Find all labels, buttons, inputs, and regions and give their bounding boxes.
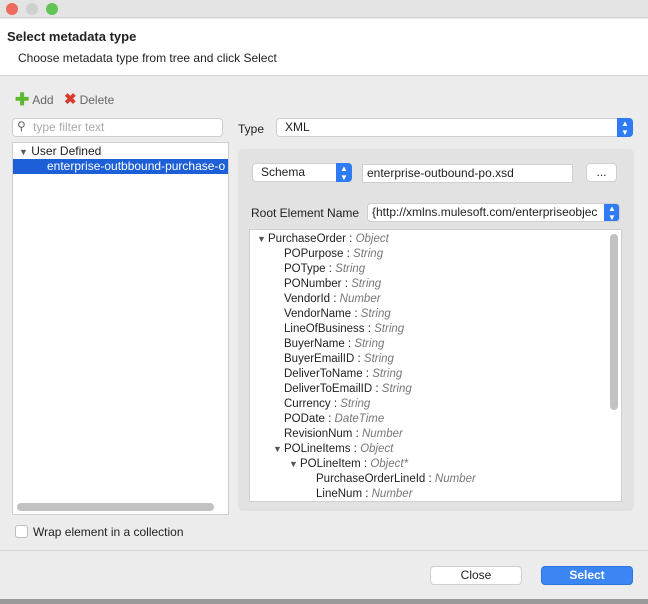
node-type: String: [354, 338, 385, 350]
dialog-header: Select metadata type Choose metadata typ…: [0, 19, 648, 76]
node-name: POPurpose: [284, 248, 344, 260]
node-type: Object: [360, 443, 394, 455]
close-button[interactable]: Close: [430, 566, 522, 585]
wrap-collection-checkbox[interactable]: [15, 525, 28, 538]
schema-tree-row[interactable]: LineNum : Number: [316, 487, 413, 501]
schema-tree-row[interactable]: POType : String: [284, 262, 365, 277]
metadata-tree[interactable]: ▼ User Defined enterprise-outbbound-purc…: [12, 142, 229, 515]
node-name: Currency: [284, 398, 331, 410]
chevron-updown-icon: ▲ ▼: [617, 118, 633, 137]
node-type: String: [381, 383, 412, 395]
node-type: String: [360, 308, 391, 320]
node-type: Number: [339, 293, 381, 305]
expand-triangle-icon[interactable]: ▼: [257, 232, 268, 247]
node-type: String: [335, 263, 366, 275]
schema-tree-row[interactable]: LineOfBusiness : String: [284, 322, 404, 337]
node-type: Object*: [370, 458, 409, 470]
expand-triangle-icon[interactable]: ▼: [289, 457, 300, 472]
node-name: POLineItems: [284, 443, 351, 455]
schema-file-input[interactable]: enterprise-outbound-po.xsd: [362, 164, 573, 183]
select-button[interactable]: Select: [541, 566, 633, 585]
schema-tree-row[interactable]: PODate : DateTime: [284, 412, 384, 427]
node-type: Object: [355, 233, 389, 245]
horizontal-scrollbar[interactable]: [17, 503, 214, 511]
schema-tree-row[interactable]: PurchaseOrderLineId : Number: [316, 472, 476, 487]
node-type: String: [351, 278, 382, 290]
node-name: PurchaseOrder: [268, 233, 346, 245]
node-type: String: [372, 368, 403, 380]
tree-item[interactable]: enterprise-outbbound-purchase-o: [13, 159, 228, 174]
root-element-label: Root Element Name: [251, 206, 360, 220]
schema-tree-row[interactable]: POPurpose : String: [284, 247, 383, 262]
add-button[interactable]: ✚ Add: [15, 90, 54, 109]
node-name: PurchaseOrderLineId: [316, 473, 426, 485]
node-name: PODate: [284, 413, 325, 425]
schema-tree-row[interactable]: ▼ PurchaseOrder : Object: [257, 232, 389, 247]
schema-tree[interactable]: ▼ PurchaseOrder : Object POPurpose : Strin…: [249, 229, 622, 502]
filter-input[interactable]: ⚲ type filter text: [12, 118, 223, 137]
node-type: Number: [361, 428, 403, 440]
node-type: DateTime: [334, 413, 385, 425]
schema-tree-row[interactable]: PONumber : String: [284, 277, 381, 292]
root-element-select[interactable]: {http://xmlns.mulesoft.com/enterpriseobj…: [367, 203, 620, 222]
schema-tree-row[interactable]: ▼ POLineItem : Object*: [289, 457, 408, 472]
schema-tree-row[interactable]: RevisionNum : Number: [284, 427, 403, 442]
node-name: LineNum: [316, 488, 363, 500]
node-name: RevisionNum: [284, 428, 353, 440]
node-type: String: [374, 323, 405, 335]
node-name: POType: [284, 263, 326, 275]
search-icon: ⚲: [17, 119, 26, 133]
schema-tree-row[interactable]: BuyerName : String: [284, 337, 384, 352]
background-strip: [0, 599, 648, 604]
chevron-updown-icon: ▲ ▼: [336, 163, 352, 182]
delete-button[interactable]: ✖ Delete: [64, 91, 114, 108]
schema-tree-row[interactable]: BuyerEmailID : String: [284, 352, 394, 367]
node-name: DeliverToEmailID: [284, 383, 373, 395]
node-name: POLineItem: [300, 458, 361, 470]
type-label: Type: [238, 122, 265, 136]
node-type: Number: [371, 488, 413, 500]
node-type: String: [340, 398, 371, 410]
dialog-title: Select metadata type: [7, 29, 137, 44]
plus-icon: ✚: [15, 90, 30, 109]
schema-tree-row[interactable]: DeliverToEmailID : String: [284, 382, 412, 397]
node-name: DeliverToName: [284, 368, 363, 380]
title-bar: [0, 0, 648, 18]
close-window-button[interactable]: [6, 3, 18, 15]
delete-x-icon: ✖: [64, 91, 77, 108]
node-name: PONumber: [284, 278, 342, 290]
expand-triangle-icon[interactable]: ▼: [273, 442, 284, 457]
schema-mode-select[interactable]: Schema ▲ ▼: [252, 163, 352, 182]
node-name: BuyerName: [284, 338, 345, 350]
browse-button[interactable]: ...: [586, 163, 617, 182]
wrap-collection-label: Wrap element in a collection: [33, 525, 184, 539]
schema-tree-row[interactable]: ▼ POLineItems : Object: [273, 442, 393, 457]
vertical-scrollbar[interactable]: [610, 234, 618, 410]
type-select[interactable]: XML ▲ ▼: [276, 118, 633, 137]
node-name: BuyerEmailID: [284, 353, 355, 365]
minimize-window-button[interactable]: [26, 3, 38, 15]
node-type: String: [363, 353, 394, 365]
footer-divider: [0, 550, 648, 551]
schema-tree-row[interactable]: Currency : String: [284, 397, 370, 412]
dialog-subtitle: Choose metadata type from tree and click…: [18, 51, 277, 65]
schema-tree-row[interactable]: VendorName : String: [284, 307, 391, 322]
node-name: VendorName: [284, 308, 352, 320]
node-name: LineOfBusiness: [284, 323, 365, 335]
chevron-updown-icon: ▲ ▼: [604, 204, 619, 221]
expand-triangle-icon: ▼: [19, 147, 28, 157]
node-type: String: [353, 248, 384, 260]
schema-tree-row[interactable]: DeliverToName : String: [284, 367, 402, 382]
schema-tree-row[interactable]: VendorId : Number: [284, 292, 381, 307]
node-name: VendorId: [284, 293, 331, 305]
node-type: Number: [434, 473, 476, 485]
maximize-window-button[interactable]: [46, 3, 58, 15]
tree-group-user-defined[interactable]: ▼ User Defined: [19, 144, 101, 159]
